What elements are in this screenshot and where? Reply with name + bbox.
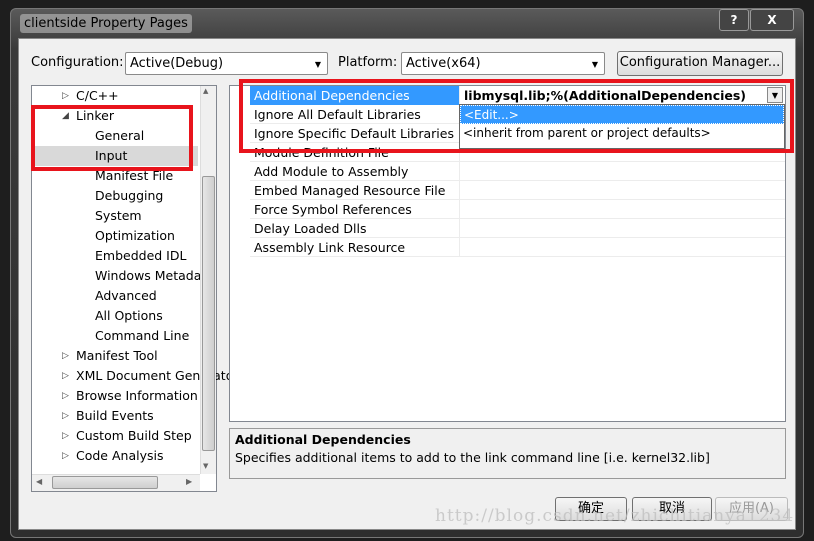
collapsed-arrow-icon[interactable]: ▷ [62,446,69,466]
close-button[interactable]: X [750,9,794,31]
scroll-down-icon[interactable]: ▼ [203,462,208,470]
description-panel: Additional Dependencies Specifies additi… [229,428,786,479]
property-row[interactable]: Add Module to Assembly [250,162,785,181]
collapsed-arrow-icon[interactable]: ▷ [62,86,69,106]
property-row[interactable]: Assembly Link Resource [250,238,785,257]
watermark: http://blog.csdn.net/zhichitianya1234 [435,506,795,526]
tree-item-label: Code Analysis [76,448,164,463]
help-button[interactable]: ? [719,9,749,31]
tree-item[interactable]: ▷ C/C++ [62,86,119,106]
property-name: Force Symbol References [250,200,460,219]
description-text: Specifies additional items to add to the… [235,450,710,465]
property-row[interactable]: Delay Loaded Dlls [250,219,785,238]
tree-item[interactable]: Debugging [95,186,163,206]
configuration-label: Configuration: [31,55,124,70]
platform-value: Active(x64) [406,56,481,71]
description-title: Additional Dependencies [235,432,411,447]
property-name: Assembly Link Resource [250,238,460,257]
scroll-thumb-horizontal[interactable] [52,476,158,489]
tree-item-label: Windows Metadata [95,268,214,283]
tree-vertical-scrollbar[interactable]: ▲ ▼ [200,86,216,474]
configuration-value: Active(Debug) [130,56,224,71]
collapsed-arrow-icon[interactable]: ▷ [62,346,69,366]
tree-item[interactable]: Embedded IDL [95,246,186,266]
tree-horizontal-scrollbar[interactable]: ◀ ▶ [32,474,200,491]
platform-select[interactable]: Active(x64) ▼ [401,52,605,75]
scroll-thumb[interactable] [202,176,215,451]
property-row[interactable]: Force Symbol References [250,200,785,219]
tree-item[interactable]: ▷ Code Analysis [62,446,164,466]
tree-item-label: All Options [95,308,163,323]
tree-item-label: System [95,208,142,223]
tree-item-label: Build Events [76,408,154,423]
window-title: clientside Property Pages [20,14,192,33]
tree-item[interactable]: System [95,206,142,226]
tree-item[interactable]: Advanced [95,286,157,306]
chevron-down-icon: ▼ [314,60,321,69]
tree-item[interactable]: ▷ Custom Build Step [62,426,192,446]
tree-item-label: Debugging [95,188,164,203]
collapsed-arrow-icon[interactable]: ▷ [62,366,69,386]
tree-item-label: Embedded IDL [95,248,187,263]
collapsed-arrow-icon[interactable]: ▷ [62,386,69,406]
configuration-select[interactable]: Active(Debug) ▼ [125,52,328,75]
configuration-manager-button[interactable]: Configuration Manager... [617,51,783,76]
tree-item[interactable]: ▷ Browse Information [62,386,198,406]
tree-item[interactable]: ▷ Build Events [62,406,154,426]
tree-item-label: Optimization [95,228,175,243]
scroll-right-icon[interactable]: ▶ [186,477,192,486]
tree-item[interactable]: Windows Metadata [95,266,214,286]
tree-item[interactable]: ▷ Manifest Tool [62,346,158,366]
scroll-up-icon[interactable]: ▲ [203,87,208,95]
property-row[interactable]: Embed Managed Resource File [250,181,785,200]
property-name: Delay Loaded Dlls [250,219,460,238]
property-name: Add Module to Assembly [250,162,460,181]
collapsed-arrow-icon[interactable]: ▷ [62,406,69,426]
platform-label: Platform: [338,55,398,70]
tree-item-label: C/C++ [76,88,119,103]
tree-item[interactable]: All Options [95,306,163,326]
tree-item[interactable]: Command Line [95,326,189,346]
scroll-left-icon[interactable]: ◀ [36,477,42,486]
highlight-box-grid [239,79,794,153]
tree-item[interactable]: Optimization [95,226,175,246]
chevron-down-icon: ▼ [591,60,598,69]
collapsed-arrow-icon[interactable]: ▷ [62,426,69,446]
tree-item-label: Manifest Tool [76,348,158,363]
tree-item-label: Command Line [95,328,190,343]
tree-item-label: Custom Build Step [76,428,192,443]
property-name: Embed Managed Resource File [250,181,460,200]
tree-item-label: Browse Information [76,388,198,403]
tree-item-label: Advanced [95,288,157,303]
highlight-box-tree [31,105,193,171]
